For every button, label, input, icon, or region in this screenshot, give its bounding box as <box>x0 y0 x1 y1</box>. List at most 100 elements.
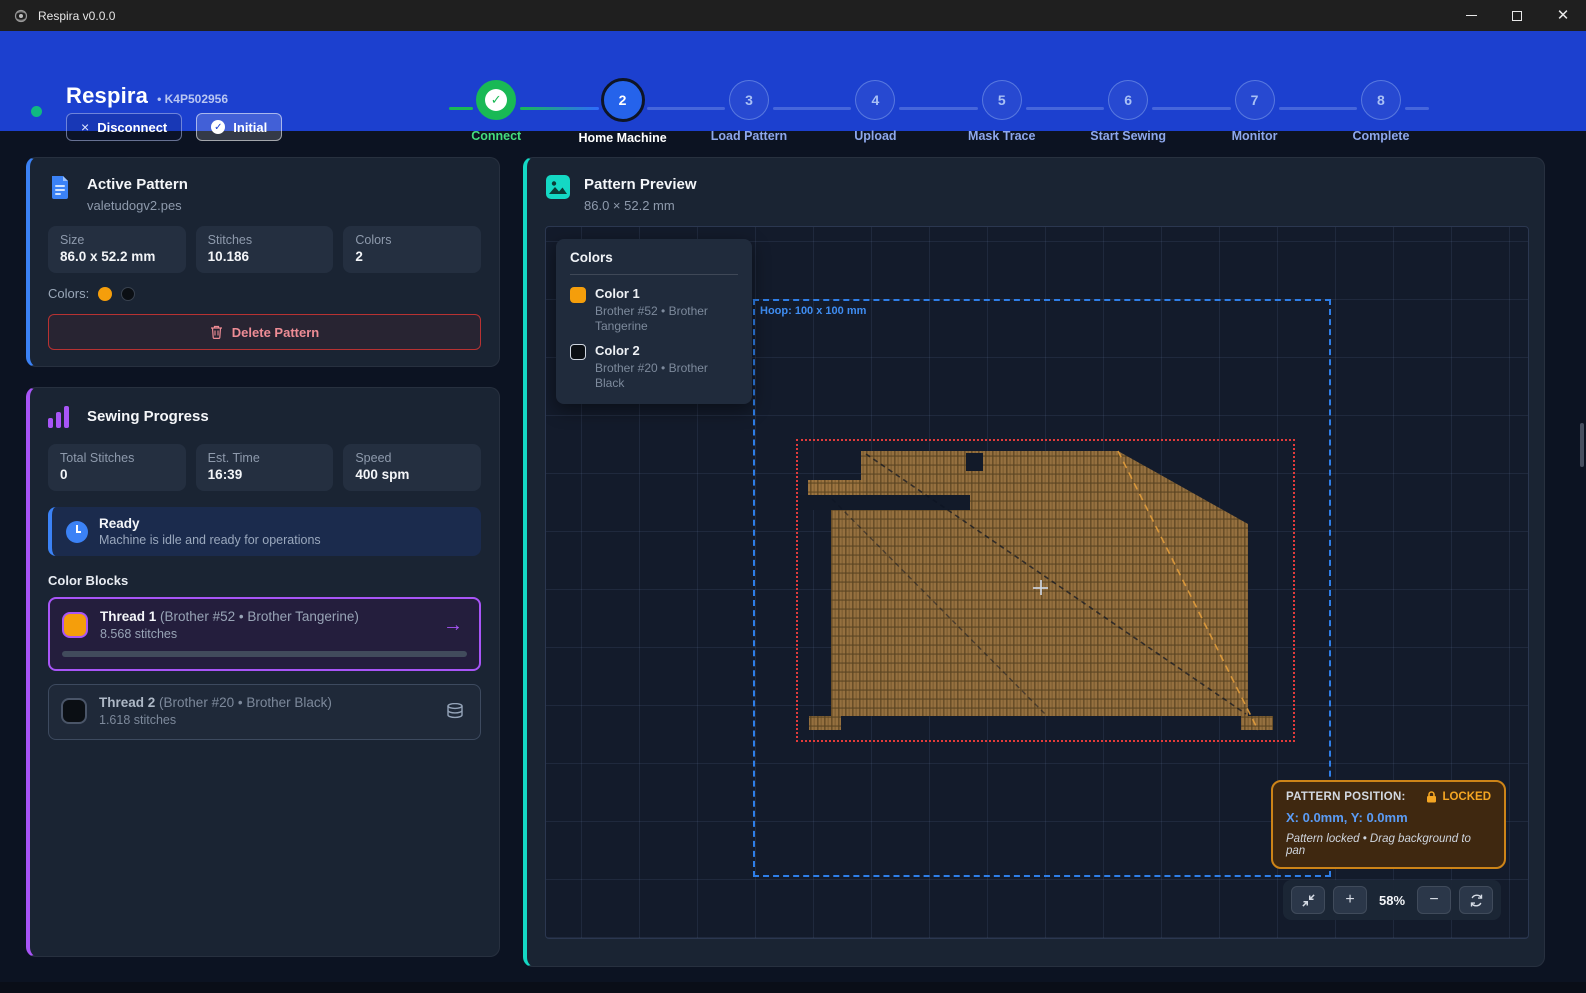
step-label: Monitor <box>1232 129 1278 143</box>
machine-serial: • K4P502956 <box>157 92 228 106</box>
stepper-connector <box>1279 107 1357 110</box>
stat-value: 400 spm <box>355 467 469 482</box>
step-label: Complete <box>1352 129 1409 143</box>
step-complete[interactable]: 8 Complete <box>1318 80 1444 145</box>
thread2-stitches: 1.618 stitches <box>99 713 434 727</box>
check-icon: ✓ <box>485 89 507 111</box>
stat-total-stitches: Total Stitches 0 <box>48 444 186 491</box>
minimize-icon <box>1466 15 1477 16</box>
step-home-machine[interactable]: 2 Home Machine <box>559 80 685 145</box>
initial-button[interactable]: ✓ Initial <box>196 113 282 141</box>
colors-legend: Colors Color 1 Brother #52 • Brother Tan… <box>556 239 752 404</box>
file-icon <box>48 174 74 200</box>
minimize-button[interactable] <box>1448 0 1494 31</box>
bar-chart-icon <box>48 404 74 428</box>
app-name: Respira <box>66 83 148 109</box>
bottom-edge <box>0 982 1586 993</box>
thread1-progress-bar <box>62 651 467 657</box>
zoom-in-button[interactable]: + <box>1333 886 1367 914</box>
stat-value: 2 <box>355 249 469 264</box>
thread1-detail: (Brother #52 • Brother Tangerine) <box>160 609 359 624</box>
stat-speed: Speed 400 spm <box>343 444 481 491</box>
step-label: Start Sewing <box>1090 129 1166 143</box>
step-label: Load Pattern <box>711 129 787 143</box>
step-circle-done: ✓ <box>476 80 516 120</box>
connection-status-dot <box>31 106 42 117</box>
step-upload[interactable]: 4 Upload <box>812 80 938 145</box>
step-start-sewing[interactable]: 6 Start Sewing <box>1065 80 1191 145</box>
legend-swatch-1 <box>570 287 586 303</box>
stat-size: Size 86.0 x 52.2 mm <box>48 226 186 273</box>
app-icon <box>13 8 29 24</box>
image-icon <box>545 174 571 200</box>
reset-view-button[interactable] <box>1459 886 1493 914</box>
titlebar: Respira v0.0.0 ✕ <box>0 0 1586 31</box>
step-circle: 4 <box>855 80 895 120</box>
step-mask-trace[interactable]: 5 Mask Trace <box>939 80 1065 145</box>
stepper-connector <box>1026 107 1104 110</box>
position-label: PATTERN POSITION: <box>1286 791 1406 803</box>
sewing-progress-card: Sewing Progress Total Stitches 0 Est. Ti… <box>26 387 500 957</box>
pattern-filename: valetudogv2.pes <box>87 198 188 213</box>
stepper-connector <box>899 107 978 110</box>
zoom-out-button[interactable]: − <box>1417 886 1451 914</box>
thread2-swatch <box>61 698 87 724</box>
colors-label: Colors: <box>48 286 89 301</box>
disconnect-x-icon: × <box>81 119 89 135</box>
lock-icon <box>1426 791 1437 803</box>
step-label: Home Machine <box>578 131 666 145</box>
disconnect-button[interactable]: × Disconnect <box>66 113 182 141</box>
step-label: Mask Trace <box>968 129 1035 143</box>
delete-pattern-button[interactable]: Delete Pattern <box>48 314 481 350</box>
app-window: Respira v0.0.0 ✕ Respira • K4P502956 × D… <box>0 0 1586 993</box>
step-monitor[interactable]: 7 Monitor <box>1191 80 1317 145</box>
header: Respira • K4P502956 × Disconnect ✓ Initi… <box>0 31 1586 131</box>
step-label: Upload <box>854 129 896 143</box>
stack-icon <box>446 703 468 719</box>
step-load-pattern[interactable]: 3 Load Pattern <box>686 80 812 145</box>
stepper-connector <box>773 107 851 110</box>
color-dot-2 <box>121 287 135 301</box>
initial-label: Initial <box>233 120 267 135</box>
lock-status: LOCKED <box>1426 791 1491 803</box>
pattern-coordinates: X: 0.0mm, Y: 0.0mm <box>1286 810 1491 825</box>
thread-block-2[interactable]: Thread 2 (Brother #20 • Brother Black) 1… <box>48 684 481 740</box>
step-circle: 5 <box>982 80 1022 120</box>
pattern-position-overlay: PATTERN POSITION: LOCKED X: 0.0mm, Y: 0.… <box>1271 780 1506 869</box>
close-button[interactable]: ✕ <box>1540 0 1586 31</box>
stat-value: 10.186 <box>208 249 322 264</box>
scrollbar-thumb[interactable] <box>1580 423 1584 467</box>
zoom-toolbar: + 58% − <box>1283 880 1501 920</box>
stepper-connector <box>1152 107 1231 110</box>
step-circle-active: 2 <box>601 78 645 122</box>
minus-icon: − <box>1429 891 1438 909</box>
stat-value: 0 <box>60 467 174 482</box>
stat-est-time: Est. Time 16:39 <box>196 444 334 491</box>
preview-title: Pattern Preview <box>584 174 697 193</box>
legend-color-detail: Brother #52 • Brother Tangerine <box>595 304 738 334</box>
stepper: ✓ Connect 2 Home Machine 3 Load Pattern … <box>433 80 1444 145</box>
fit-to-screen-button[interactable] <box>1291 886 1325 914</box>
legend-color-name: Color 2 <box>595 343 738 358</box>
status-title: Ready <box>99 516 321 531</box>
color-dot-1 <box>98 287 112 301</box>
pattern-preview-card: Pattern Preview 86.0 × 52.2 mm Hoop: 100… <box>523 157 1545 967</box>
refresh-icon <box>1469 893 1484 908</box>
step-connect[interactable]: ✓ Connect <box>433 80 559 145</box>
clock-icon <box>66 521 88 543</box>
machine-status-banner: Ready Machine is idle and ready for oper… <box>48 507 481 556</box>
preview-canvas[interactable]: Hoop: 100 x 100 mm <box>545 226 1529 939</box>
thread1-stitches: 8.568 stitches <box>100 627 431 641</box>
stat-label: Est. Time <box>208 451 322 465</box>
stat-label: Stitches <box>208 233 322 247</box>
thread-block-1[interactable]: Thread 1 (Brother #52 • Brother Tangerin… <box>48 597 481 671</box>
window-title: Respira v0.0.0 <box>38 9 115 23</box>
stepper-connector <box>449 107 473 110</box>
disconnect-label: Disconnect <box>97 120 167 135</box>
maximize-button[interactable] <box>1494 0 1540 31</box>
trash-icon <box>210 325 223 339</box>
active-pattern-title: Active Pattern <box>87 174 188 193</box>
legend-swatch-2 <box>570 344 586 360</box>
legend-item-color1: Color 1 Brother #52 • Brother Tangerine <box>570 286 738 334</box>
stat-stitches: Stitches 10.186 <box>196 226 334 273</box>
